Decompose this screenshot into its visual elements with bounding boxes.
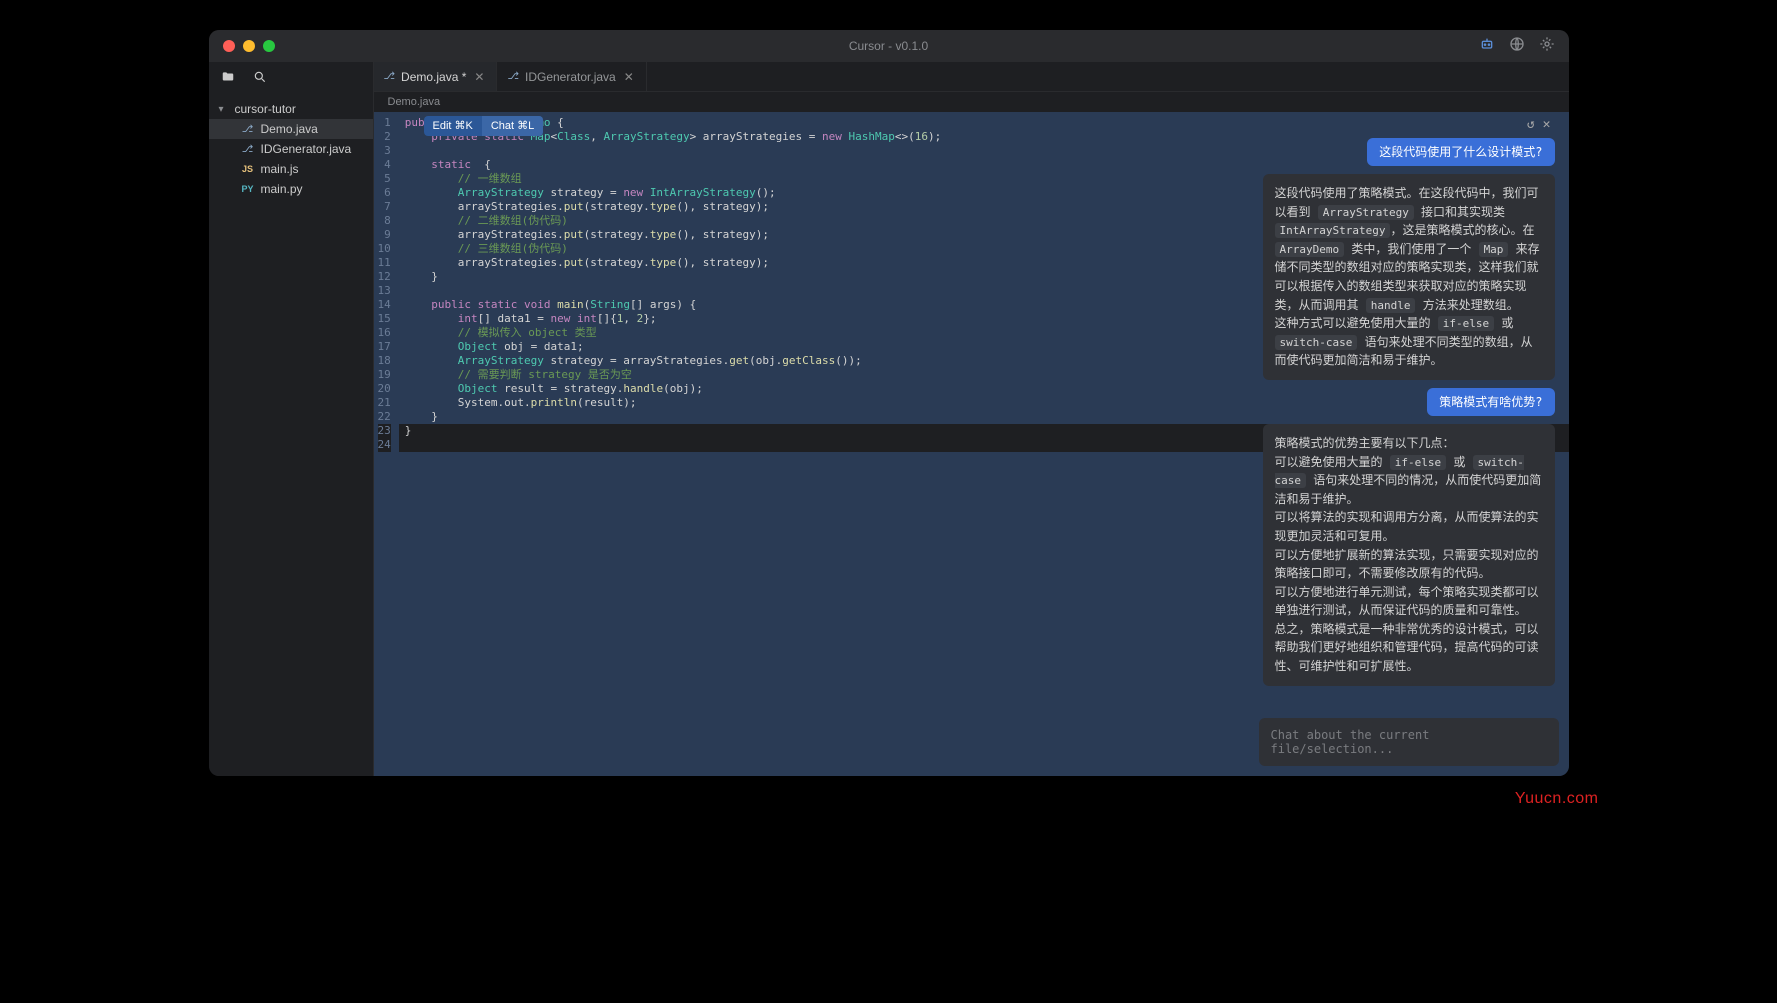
sidebar-item-main-py[interactable]: PYmain.py (209, 179, 373, 199)
java-icon: ⎇ (241, 124, 255, 135)
minimize-window-button[interactable] (243, 40, 255, 52)
tab-IDGenerator-java[interactable]: ⎇IDGenerator.java✕ (497, 62, 646, 91)
chat-ai-message: 策略模式的优势主要有以下几点：可以避免使用大量的 if-else 或 switc… (1263, 424, 1555, 686)
close-tab-icon[interactable]: ✕ (472, 70, 486, 84)
watermark: Yuucn.com (1515, 790, 1599, 808)
java-icon: ⎇ (507, 71, 519, 82)
breadcrumb: Demo.java (374, 92, 1569, 112)
chat-ai-message: 这段代码使用了策略模式。在这段代码中，我们可以看到 ArrayStrategy … (1263, 174, 1555, 380)
maximize-window-button[interactable] (263, 40, 275, 52)
traffic-lights (223, 40, 275, 52)
editor-area: ⎇Demo.java *✕⎇IDGenerator.java✕ Demo.jav… (374, 62, 1569, 776)
java-icon: ⎇ (241, 144, 255, 155)
code-editor[interactable]: Edit ⌘K Chat ⌘L 123456789101112131415161… (374, 112, 1569, 776)
tab-Demo-java[interactable]: ⎇Demo.java *✕ (374, 62, 498, 91)
close-tab-icon[interactable]: ✕ (622, 70, 636, 84)
window-title: Cursor - v0.1.0 (849, 39, 928, 53)
chat-input[interactable]: Chat about the current file/selection... (1259, 718, 1559, 766)
py-icon: PY (241, 184, 255, 194)
globe-icon[interactable] (1509, 36, 1525, 57)
gear-icon[interactable] (1539, 36, 1555, 57)
file-tree: ▾ cursor-tutor ⎇Demo.java⎇IDGenerator.ja… (209, 95, 373, 203)
js-icon: JS (241, 164, 255, 174)
chat-hint[interactable]: Chat ⌘L (482, 116, 543, 136)
chat-messages: 这段代码使用了什么设计模式? 这段代码使用了策略模式。在这段代码中，我们可以看到 … (1259, 138, 1559, 710)
sidebar-item-IDGenerator-java[interactable]: ⎇IDGenerator.java (209, 139, 373, 159)
sidebar: ▾ cursor-tutor ⎇Demo.java⎇IDGenerator.ja… (209, 62, 374, 776)
close-icon[interactable]: ✕ (1543, 118, 1551, 132)
chat-panel: ↺ ✕ 这段代码使用了什么设计模式? 这段代码使用了策略模式。在这段代码中，我们可… (1259, 112, 1559, 766)
line-gutter: 123456789101112131415161718192021222324 (374, 112, 399, 776)
robot-icon[interactable] (1479, 36, 1495, 57)
sidebar-item-Demo-java[interactable]: ⎇Demo.java (209, 119, 373, 139)
close-window-button[interactable] (223, 40, 235, 52)
folder-icon[interactable] (221, 70, 235, 87)
history-icon[interactable]: ↺ (1527, 118, 1535, 132)
chevron-down-icon: ▾ (219, 104, 229, 115)
chat-user-message: 策略模式有啥优势? (1427, 388, 1554, 416)
chat-user-message: 这段代码使用了什么设计模式? (1367, 138, 1554, 166)
app-window: Cursor - v0.1.0 ▾ cursor-tutor ⎇Demo (209, 30, 1569, 776)
java-icon: ⎇ (384, 71, 396, 82)
edit-hint[interactable]: Edit ⌘K (424, 116, 482, 136)
titlebar: Cursor - v0.1.0 (209, 30, 1569, 62)
tree-root[interactable]: ▾ cursor-tutor (209, 99, 373, 119)
search-icon[interactable] (253, 70, 267, 87)
tab-bar: ⎇Demo.java *✕⎇IDGenerator.java✕ (374, 62, 1569, 92)
inline-hint: Edit ⌘K Chat ⌘L (424, 116, 544, 136)
sidebar-item-main-js[interactable]: JSmain.js (209, 159, 373, 179)
